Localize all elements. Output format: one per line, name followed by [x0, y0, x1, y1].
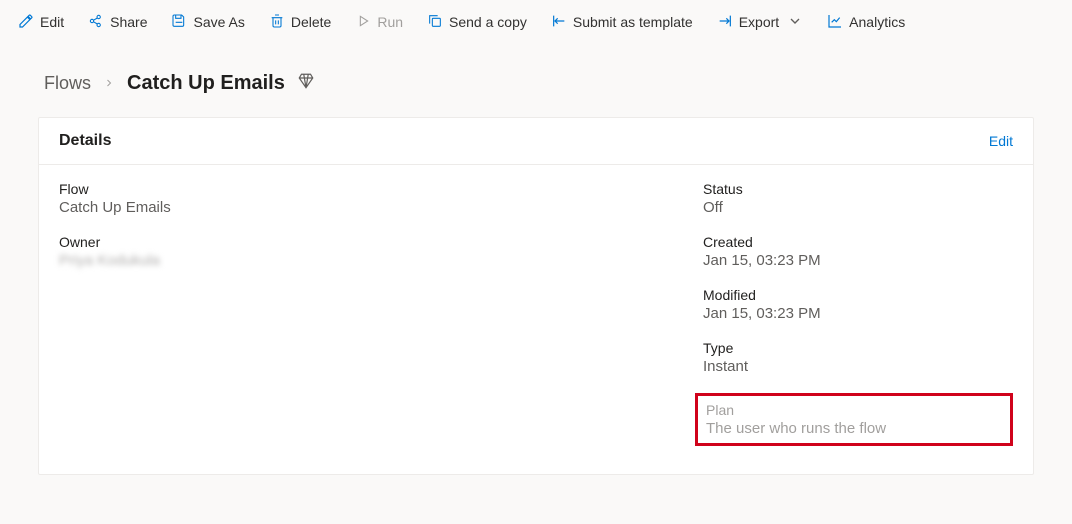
card-body: Flow Catch Up Emails Owner Priya Kodukul… [39, 165, 1033, 474]
card-title: Details [59, 132, 111, 150]
modified-label: Modified [703, 287, 1013, 303]
details-left-column: Flow Catch Up Emails Owner Priya Kodukul… [59, 181, 663, 446]
submit-template-label: Submit as template [573, 14, 693, 30]
send-copy-button[interactable]: Send a copy [417, 7, 537, 38]
flow-value: Catch Up Emails [59, 199, 663, 216]
status-value: Off [703, 199, 1013, 216]
send-copy-label: Send a copy [449, 14, 527, 30]
status-field: Status Off [703, 181, 1013, 216]
flow-label: Flow [59, 181, 663, 197]
breadcrumb-current: Catch Up Emails [127, 72, 285, 95]
type-value: Instant [703, 358, 1013, 375]
edit-link[interactable]: Edit [989, 133, 1013, 149]
breadcrumb-root[interactable]: Flows [44, 73, 91, 94]
analytics-label: Analytics [849, 14, 905, 30]
toolbar: Edit Share Save As Delete Run Send a cop… [0, 0, 1072, 44]
analytics-button[interactable]: Analytics [817, 7, 915, 38]
plan-label: Plan [706, 402, 1002, 418]
share-icon [88, 13, 104, 32]
share-label: Share [110, 14, 147, 30]
export-button[interactable]: Export [707, 7, 813, 38]
chevron-down-icon [787, 13, 803, 32]
modified-field: Modified Jan 15, 03:23 PM [703, 287, 1013, 322]
created-value: Jan 15, 03:23 PM [703, 252, 1013, 269]
flow-field: Flow Catch Up Emails [59, 181, 663, 216]
export-label: Export [739, 14, 779, 30]
trash-icon [269, 13, 285, 32]
save-as-label: Save As [193, 14, 244, 30]
delete-button[interactable]: Delete [259, 7, 341, 38]
play-icon [355, 13, 371, 32]
created-field: Created Jan 15, 03:23 PM [703, 234, 1013, 269]
owner-label: Owner [59, 234, 663, 250]
chevron-right-icon [103, 76, 115, 92]
run-button: Run [345, 7, 413, 38]
chart-icon [827, 13, 843, 32]
submit-template-button[interactable]: Submit as template [541, 7, 703, 38]
created-label: Created [703, 234, 1013, 250]
type-field: Type Instant [703, 340, 1013, 375]
owner-field: Owner Priya Kodukula [59, 234, 663, 269]
run-label: Run [377, 14, 403, 30]
save-as-icon [171, 13, 187, 32]
modified-value: Jan 15, 03:23 PM [703, 305, 1013, 322]
edit-button[interactable]: Edit [8, 7, 74, 38]
save-as-button[interactable]: Save As [161, 7, 254, 38]
edit-label: Edit [40, 14, 64, 30]
arrow-in-icon [551, 13, 567, 32]
copy-icon [427, 13, 443, 32]
diamond-icon [297, 72, 315, 95]
plan-highlight: Plan The user who runs the flow [695, 393, 1013, 446]
type-label: Type [703, 340, 1013, 356]
share-button[interactable]: Share [78, 7, 157, 38]
details-card: Details Edit Flow Catch Up Emails Owner … [38, 117, 1034, 475]
arrow-out-icon [717, 13, 733, 32]
plan-field: Plan The user who runs the flow [706, 402, 1002, 437]
breadcrumb: Flows Catch Up Emails [0, 44, 1072, 117]
details-right-column: Status Off Created Jan 15, 03:23 PM Modi… [703, 181, 1013, 446]
delete-label: Delete [291, 14, 331, 30]
plan-value: The user who runs the flow [706, 420, 1002, 437]
card-header: Details Edit [39, 118, 1033, 165]
owner-value: Priya Kodukula [59, 252, 663, 269]
pencil-icon [18, 13, 34, 32]
status-label: Status [703, 181, 1013, 197]
